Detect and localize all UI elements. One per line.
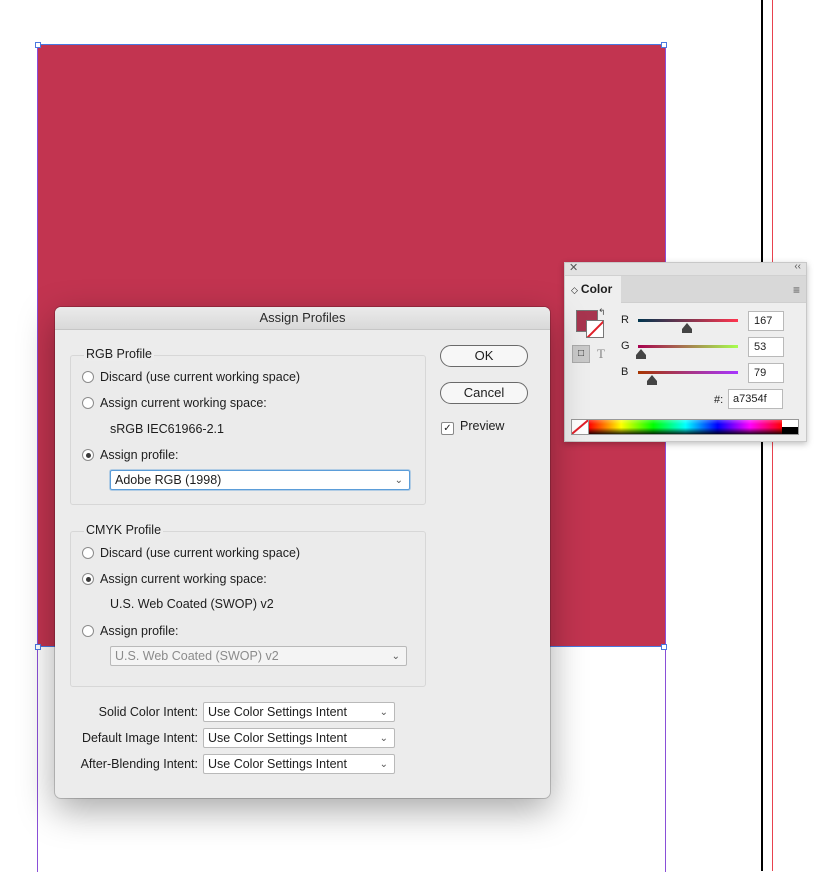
selection-handle-bottom-left[interactable]	[35, 644, 41, 650]
radio-button-selected[interactable]	[82, 573, 94, 585]
rgb-assign-working-option[interactable]: Assign current working space:	[82, 395, 267, 411]
tab-color-label: Color	[580, 282, 613, 296]
rgb-discard-option[interactable]: Discard (use current working space)	[82, 369, 300, 385]
cmyk-discard-option[interactable]: Discard (use current working space)	[82, 545, 300, 561]
option-label: Discard (use current working space)	[100, 546, 301, 560]
after-blending-intent-dropdown[interactable]: Use Color Settings Intent ⌄	[203, 754, 395, 774]
cmyk-profile-dropdown[interactable]: U.S. Web Coated (SWOP) v2 ⌄	[110, 646, 407, 666]
channel-label: R	[621, 314, 629, 326]
assign-profiles-dialog: Assign Profiles RGB Profile Discard (use…	[55, 307, 550, 798]
value-field-b[interactable]: 79	[748, 363, 784, 383]
selection-handle-top-left[interactable]	[35, 42, 41, 48]
solid-color-intent-label: Solid Color Intent:	[98, 705, 198, 719]
dropdown-value: Use Color Settings Intent	[208, 731, 347, 745]
option-label: Assign current working space:	[100, 572, 267, 586]
cancel-button[interactable]: Cancel	[440, 382, 528, 404]
chevron-down-icon: ⌄	[379, 733, 388, 744]
preview-option[interactable]: ✓ Preview	[441, 419, 504, 435]
color-panel: ✕ ‹‹ ◇ Color ≡ ↰ □ T R 167 G 53 B 79 #: a…	[564, 261, 807, 442]
option-label: Assign profile:	[100, 624, 179, 638]
slider-thumb-r[interactable]	[682, 323, 692, 333]
panel-tab-row: ◇ Color ≡	[565, 276, 806, 303]
black-white-swatches[interactable]	[782, 420, 798, 434]
hex-value-field[interactable]: a7354f	[728, 389, 783, 409]
selection-handle-top-right[interactable]	[661, 42, 667, 48]
panel-menu-icon[interactable]: ≡	[793, 283, 800, 297]
channel-label: G	[621, 340, 630, 352]
rgb-working-profile-name: sRGB IEC61966-2.1	[110, 422, 224, 436]
cmyk-profile-group: CMYK Profile Discard (use current workin…	[70, 523, 426, 687]
chevron-down-icon: ⌄	[394, 475, 403, 486]
radio-button-selected[interactable]	[82, 449, 94, 461]
dropdown-value: Adobe RGB (1998)	[115, 473, 222, 487]
radio-button[interactable]	[82, 371, 94, 383]
dropdown-value: U.S. Web Coated (SWOP) v2	[115, 649, 279, 663]
chevron-down-icon: ⌄	[379, 707, 388, 718]
slider-track-b[interactable]	[638, 371, 738, 374]
slider-track-g[interactable]	[638, 345, 738, 348]
solid-color-intent-dropdown[interactable]: Use Color Settings Intent ⌄	[203, 702, 395, 722]
rgb-assign-profile-option[interactable]: Assign profile:	[82, 447, 179, 463]
dropdown-value: Use Color Settings Intent	[208, 705, 347, 719]
close-icon[interactable]: ✕	[569, 261, 578, 274]
rgb-profile-dropdown[interactable]: Adobe RGB (1998) ⌄	[110, 470, 410, 490]
default-image-intent-label: Default Image Intent:	[81, 731, 198, 745]
spectrum-ramp[interactable]	[589, 420, 782, 434]
chevron-down-icon: ⌄	[391, 651, 400, 662]
rgb-group-label: RGB Profile	[84, 347, 154, 361]
cmyk-assign-profile-option[interactable]: Assign profile:	[82, 623, 179, 639]
slider-thumb-g[interactable]	[636, 349, 646, 359]
color-spectrum[interactable]	[571, 419, 799, 435]
tab-color[interactable]: ◇ Color	[565, 276, 621, 303]
cmyk-working-profile-name: U.S. Web Coated (SWOP) v2	[110, 597, 274, 611]
swap-fill-stroke-icon[interactable]: ↰	[598, 307, 606, 318]
value-field-g[interactable]: 53	[748, 337, 784, 357]
radio-button[interactable]	[82, 397, 94, 409]
preview-label: Preview	[460, 419, 505, 433]
cmyk-assign-working-option[interactable]: Assign current working space:	[82, 571, 267, 587]
option-label: Assign current working space:	[100, 396, 267, 410]
dialog-title: Assign Profiles	[55, 307, 550, 330]
tab-arrows-icon: ◇	[571, 285, 578, 295]
ok-button[interactable]: OK	[440, 345, 528, 367]
cmyk-group-label: CMYK Profile	[84, 523, 164, 537]
slider-thumb-b[interactable]	[647, 375, 657, 385]
none-color-icon[interactable]	[572, 420, 589, 434]
preview-checkbox[interactable]: ✓	[441, 422, 454, 435]
panel-header: ✕ ‹‹	[565, 261, 806, 276]
selection-handle-bottom-right[interactable]	[661, 644, 667, 650]
rgb-profile-group: RGB Profile Discard (use current working…	[70, 347, 426, 505]
dropdown-value: Use Color Settings Intent	[208, 757, 347, 771]
option-label: Discard (use current working space)	[100, 370, 301, 384]
chevron-down-icon: ⌄	[379, 759, 388, 770]
stroke-swatch[interactable]	[586, 320, 604, 338]
value-field-r[interactable]: 167	[748, 311, 784, 331]
after-blending-intent-label: After-Blending Intent:	[80, 757, 198, 771]
hex-label: #:	[714, 394, 724, 406]
apply-to-text-icon[interactable]: T	[597, 346, 605, 362]
radio-button[interactable]	[82, 547, 94, 559]
slider-track-r[interactable]	[638, 319, 738, 322]
radio-button[interactable]	[82, 625, 94, 637]
default-image-intent-dropdown[interactable]: Use Color Settings Intent ⌄	[203, 728, 395, 748]
apply-to-container-icon[interactable]: □	[572, 345, 590, 363]
collapse-panel-icon[interactable]: ‹‹	[794, 261, 801, 272]
channel-label: B	[621, 366, 629, 378]
option-label: Assign profile:	[100, 448, 179, 462]
